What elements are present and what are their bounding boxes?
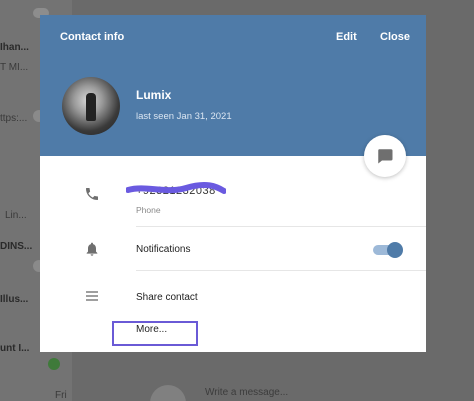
last-seen-status: last seen Jan 31, 2021 — [136, 111, 232, 122]
chat-list-item[interactable]: ttps:... — [0, 113, 27, 124]
notifications-label: Notifications — [136, 244, 191, 255]
divider — [136, 226, 426, 227]
phone-icon — [82, 184, 102, 204]
chat-list-item[interactable]: Ihan... — [0, 42, 29, 53]
share-contact-button[interactable]: Share contact — [136, 292, 198, 303]
contact-avatar[interactable] — [62, 77, 120, 135]
contact-name: Lumix — [136, 88, 172, 102]
divider — [136, 270, 426, 271]
chat-list-item[interactable]: Lin... — [5, 210, 27, 221]
menu-lines-icon — [82, 286, 102, 306]
chat-list-item[interactable]: unt I... — [0, 343, 29, 354]
more-button[interactable]: More... — [136, 324, 167, 335]
notifications-toggle[interactable] — [373, 242, 403, 258]
redaction-scribble — [126, 181, 226, 194]
message-input[interactable]: Write a message... — [205, 387, 288, 398]
chat-avatar — [150, 385, 186, 401]
online-dot — [48, 358, 60, 370]
dialog-title: Contact info — [60, 31, 125, 43]
chat-list-item[interactable]: DINS... — [0, 241, 32, 252]
chat-list-item[interactable]: Fri — [55, 390, 67, 401]
contact-info-dialog: Contact info Edit Close Lumix last seen … — [40, 15, 426, 352]
dialog-header: Contact info Edit Close Lumix last seen … — [40, 15, 426, 156]
toggle-knob — [387, 242, 403, 258]
phone-label: Phone — [136, 205, 161, 215]
edit-button[interactable]: Edit — [336, 31, 357, 43]
message-bubble-icon — [378, 149, 393, 164]
chat-list-item[interactable]: Illus... — [0, 294, 28, 305]
bell-icon — [82, 239, 102, 259]
chat-list-item[interactable]: T MI... — [0, 62, 28, 73]
close-button[interactable]: Close — [380, 31, 410, 43]
avatar-figure — [86, 93, 96, 121]
send-message-button[interactable] — [364, 135, 406, 177]
